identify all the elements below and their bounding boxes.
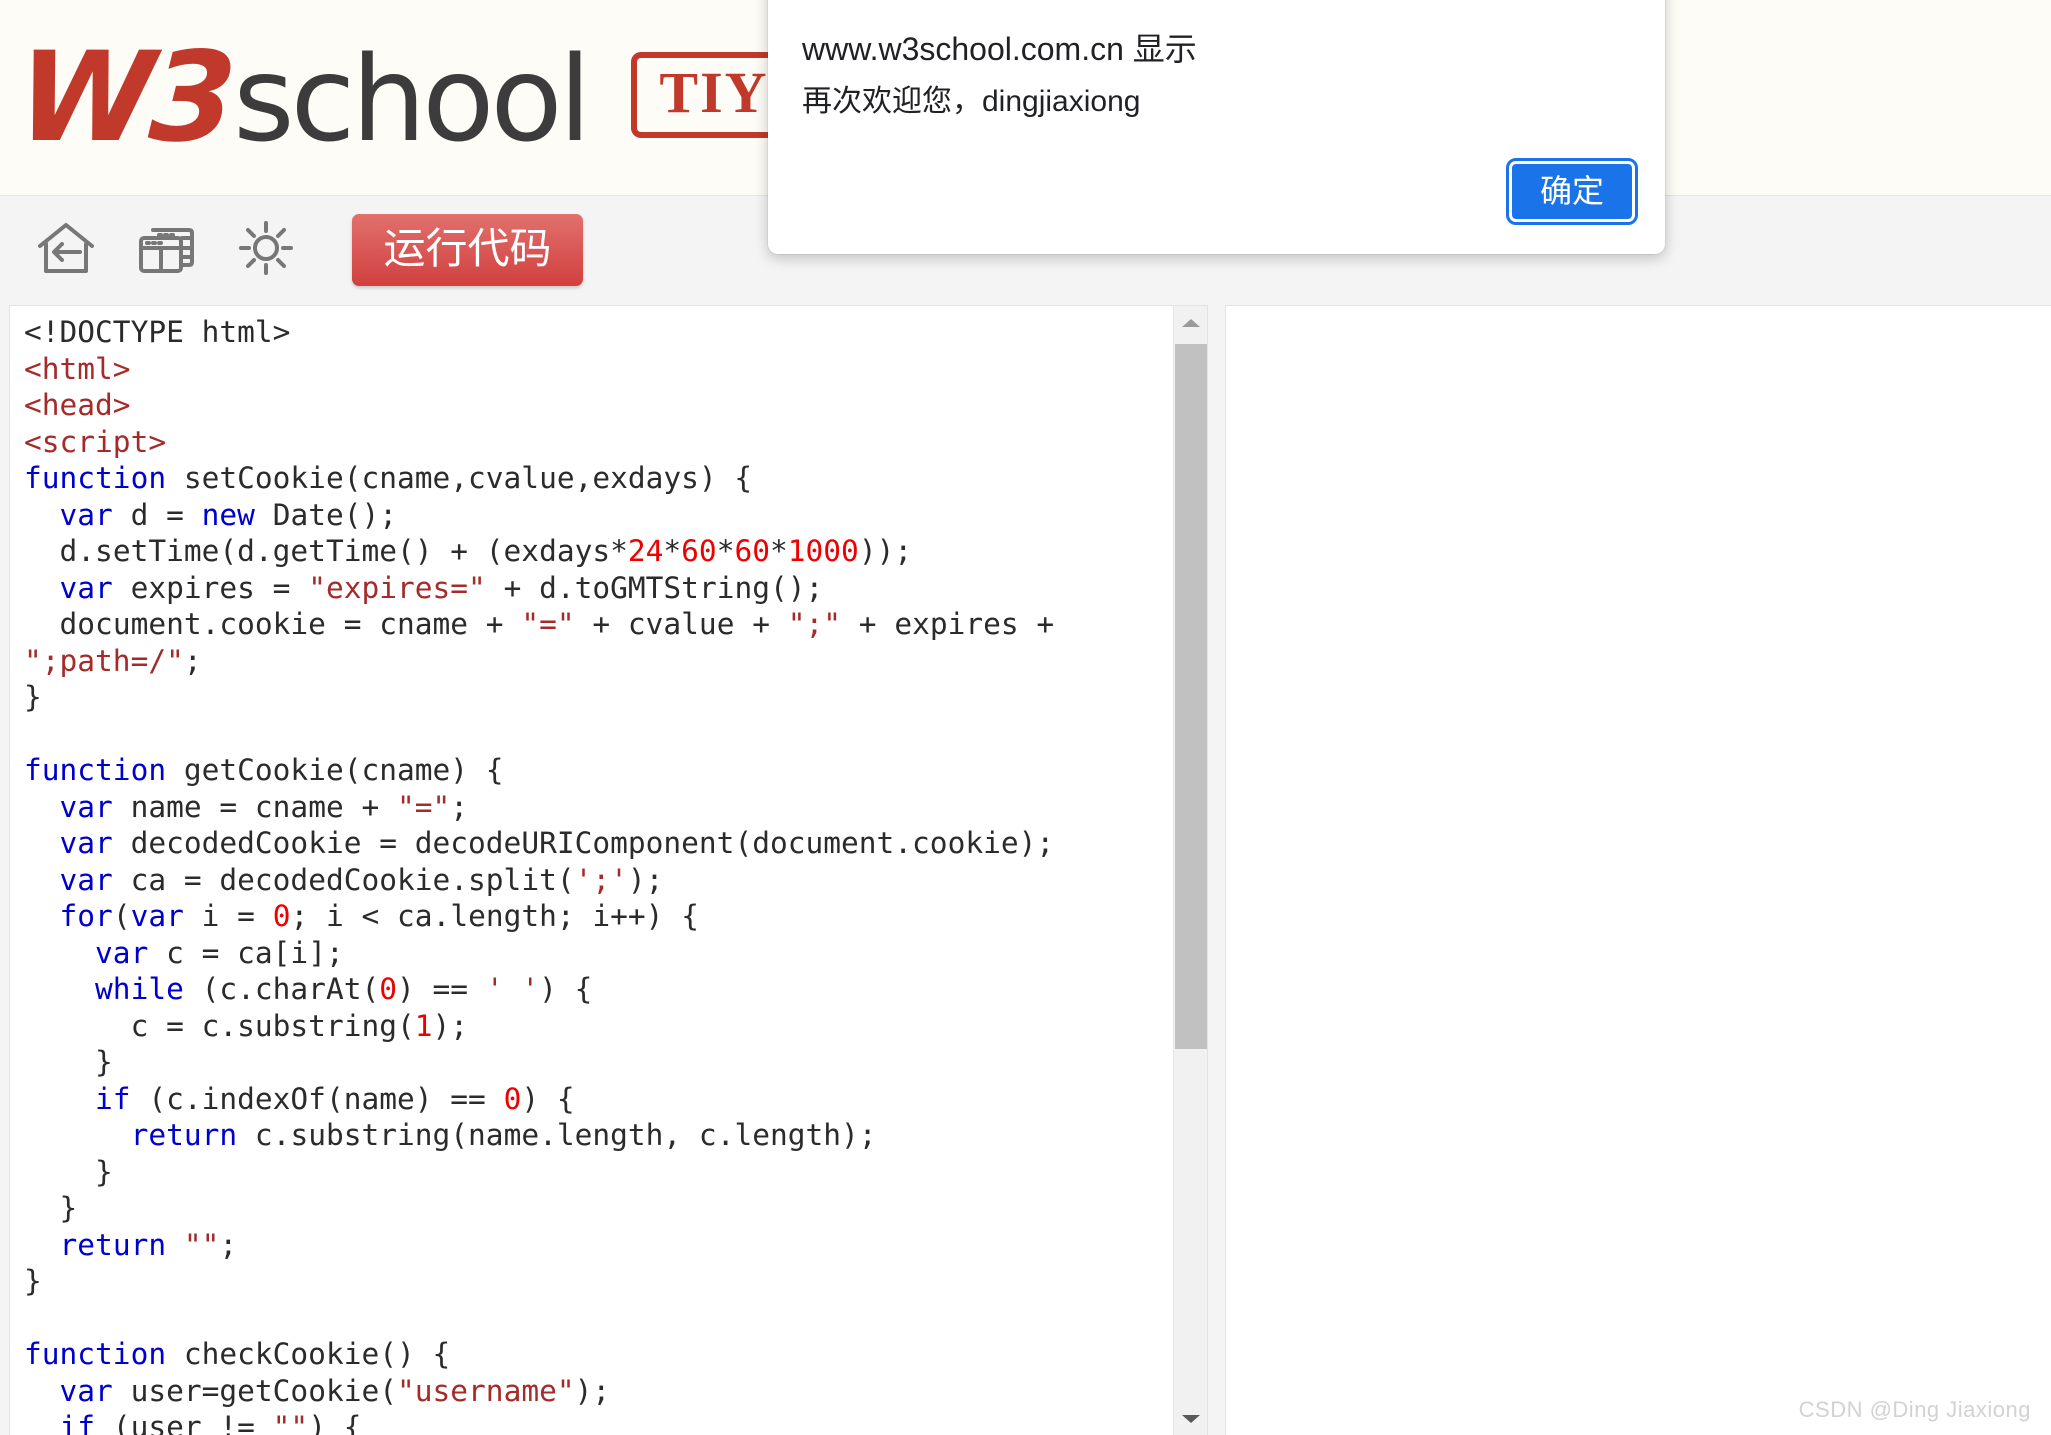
editor-preview-split: <!DOCTYPE html> <html> <head> <script> f… bbox=[0, 304, 2051, 1435]
home-back-button[interactable] bbox=[16, 200, 116, 300]
scrollbar-thumb[interactable] bbox=[1175, 344, 1207, 1049]
panel-layout-icon bbox=[135, 217, 197, 284]
code-editor-panel[interactable]: <!DOCTYPE html> <html> <head> <script> f… bbox=[9, 305, 1208, 1435]
code-editor-text[interactable]: <!DOCTYPE html> <html> <head> <script> f… bbox=[24, 314, 1164, 1435]
alert-ok-button[interactable]: 确定 bbox=[1506, 158, 1638, 225]
sun-brightness-icon bbox=[237, 219, 295, 282]
chevron-down-icon bbox=[1182, 1415, 1200, 1423]
alert-message-text: 再次欢迎您，dingjiaxiong bbox=[802, 85, 1141, 118]
home-back-icon bbox=[35, 217, 97, 284]
run-code-button[interactable]: 运行代码 bbox=[352, 214, 583, 286]
browser-alert-dialog: www.w3school.com.cn 显示 再次欢迎您，dingjiaxion… bbox=[768, 0, 1665, 254]
scroll-down-button[interactable] bbox=[1174, 1402, 1207, 1435]
w3school-logo[interactable]: W3 school bbox=[14, 25, 591, 170]
csdn-watermark: CSDN @Ding Jiaxiong bbox=[1798, 1397, 2031, 1422]
code-editor-scrollbar[interactable] bbox=[1173, 306, 1207, 1435]
logo-w3-text: W3 bbox=[14, 25, 235, 170]
logo-school-text: school bbox=[233, 29, 591, 168]
theme-toggle-button[interactable] bbox=[216, 200, 316, 300]
layout-toggle-button[interactable] bbox=[116, 200, 216, 300]
result-preview-panel bbox=[1225, 305, 2051, 1435]
scroll-up-button[interactable] bbox=[1174, 306, 1207, 340]
alert-origin-label: www.w3school.com.cn 显示 bbox=[802, 31, 1197, 67]
chevron-up-icon bbox=[1182, 319, 1200, 327]
